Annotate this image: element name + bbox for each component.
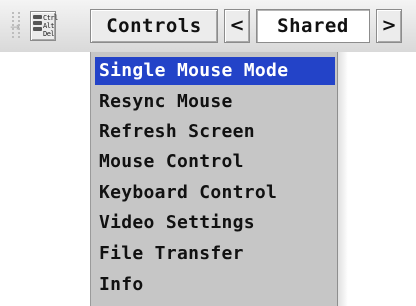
- toolbar-grip-handle[interactable]: →: [8, 9, 26, 43]
- controls-menu-button[interactable]: Controls: [90, 9, 218, 43]
- controls-dropdown-menu: Single Mouse Mode Resync Mouse Refresh S…: [90, 52, 338, 306]
- menu-item-keyboard-control[interactable]: Keyboard Control: [95, 179, 335, 207]
- controls-menu-label: Controls: [106, 15, 202, 37]
- ctrl-alt-del-button[interactable]: Ctrl Alt Del: [30, 11, 58, 41]
- menu-item-file-transfer[interactable]: File Transfer: [95, 240, 335, 268]
- chevron-right-icon: >: [381, 15, 397, 36]
- menu-item-mouse-control[interactable]: Mouse Control: [95, 148, 335, 176]
- ctrl-alt-del-icon: Ctrl Alt Del: [43, 14, 58, 38]
- access-mode-value: Shared: [277, 15, 349, 37]
- previous-button[interactable]: <: [224, 9, 250, 43]
- menu-item-video-settings[interactable]: Video Settings: [95, 209, 335, 237]
- menu-item-single-mouse-mode[interactable]: Single Mouse Mode: [95, 57, 335, 85]
- toolbar: → Ctrl Alt Del Controls < Shared >: [0, 0, 416, 52]
- menu-item-info[interactable]: Info: [95, 271, 335, 299]
- menu-item-resync-mouse[interactable]: Resync Mouse: [95, 88, 335, 116]
- keyboard-icon: [33, 15, 42, 37]
- next-button[interactable]: >: [376, 9, 402, 43]
- chevron-left-icon: <: [229, 15, 245, 36]
- menu-drop-shadow: [338, 52, 348, 306]
- grip-arrow-icon: →: [10, 20, 21, 34]
- access-mode-field[interactable]: Shared: [256, 9, 370, 43]
- menu-item-refresh-screen[interactable]: Refresh Screen: [95, 118, 335, 146]
